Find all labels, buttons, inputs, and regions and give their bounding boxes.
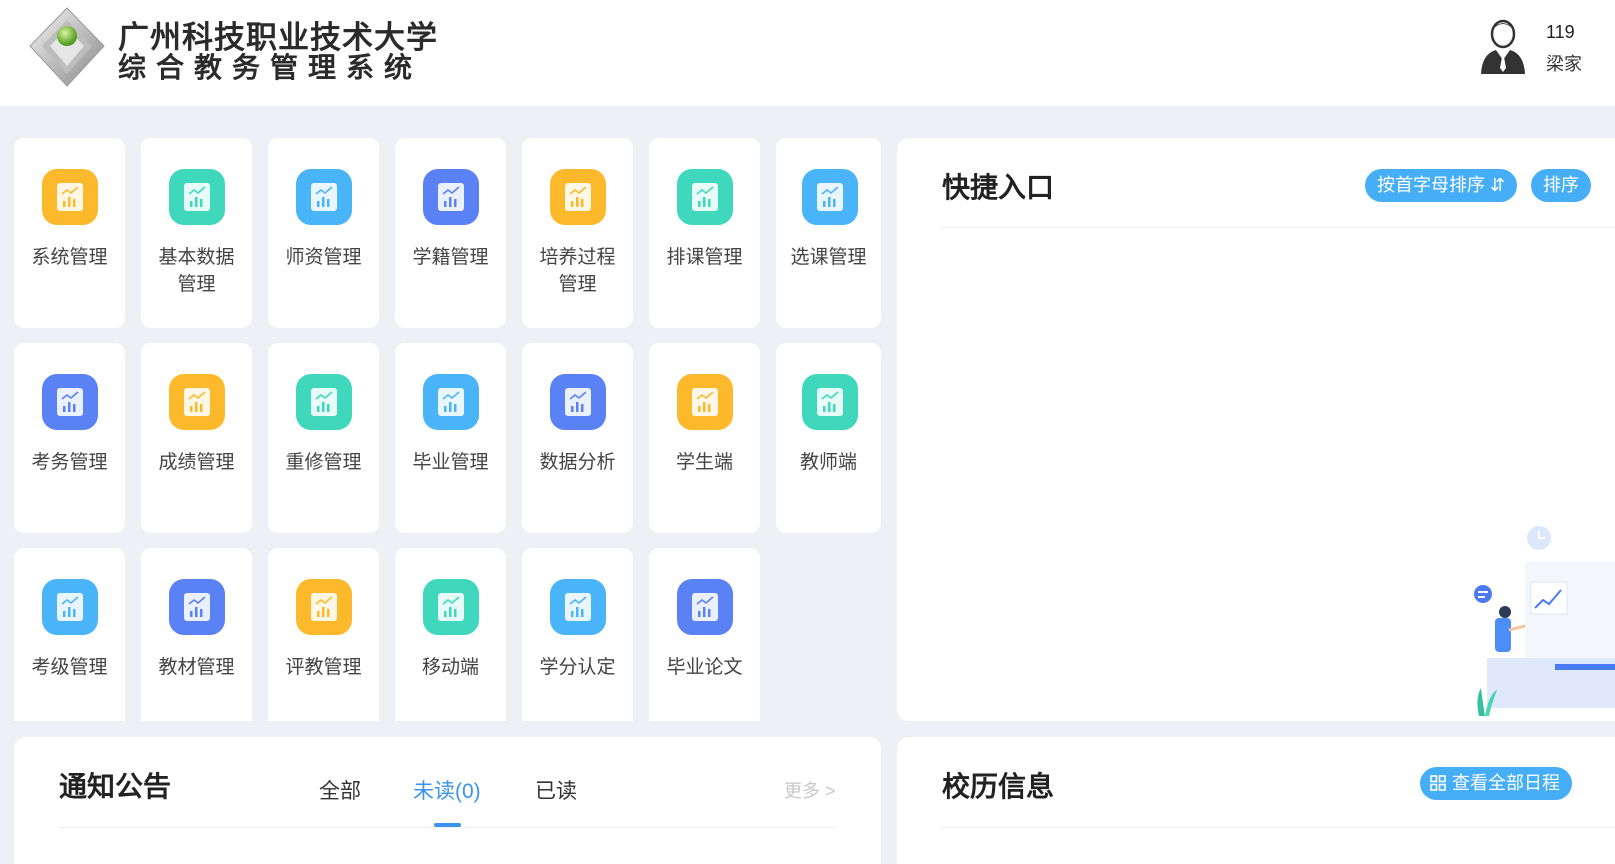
quick-access-title: 快捷入口	[942, 172, 1055, 203]
module-tile[interactable]: 系统管理	[14, 138, 125, 328]
module-tile[interactable]: 基本数据管理	[141, 138, 252, 328]
module-label: 教师端	[799, 452, 857, 473]
notice-tab-unread[interactable]: 未读(0)	[413, 775, 481, 805]
module-tile[interactable]: 排课管理	[649, 138, 760, 328]
module-label: 评教管理	[285, 657, 362, 678]
module-label: 数据分析	[539, 452, 616, 473]
sort-alpha-button[interactable]: 按首字母排序 ⇵	[1365, 169, 1518, 202]
notice-more-link[interactable]: 更多 >	[784, 777, 836, 803]
chart-icon	[296, 169, 352, 225]
module-label: 毕业管理	[412, 452, 489, 473]
chart-icon	[42, 374, 98, 430]
chart-icon	[550, 579, 606, 635]
module-label: 考务管理	[31, 452, 108, 473]
chart-icon	[42, 169, 98, 225]
module-tile[interactable]: 毕业论文	[649, 548, 760, 721]
module-tile[interactable]: 学分认定	[522, 548, 633, 721]
module-tile[interactable]: 移动端	[395, 548, 506, 721]
module-tile[interactable]: 学籍管理	[395, 138, 506, 328]
empty-state-illustration	[1474, 526, 1615, 716]
module-tile[interactable]: 培养过程管理	[522, 138, 633, 328]
chart-icon	[677, 374, 733, 430]
module-label: 培养过程管理	[539, 247, 616, 295]
school-logo	[29, 7, 105, 87]
module-label: 基本数据管理	[158, 247, 235, 295]
chart-icon	[296, 579, 352, 635]
module-label: 重修管理	[285, 452, 362, 473]
system-name: 综合教务管理系统	[118, 52, 423, 83]
module-label: 系统管理	[31, 247, 108, 268]
chart-icon	[802, 374, 858, 430]
calendar-panel: 校历信息 查看全部日程	[897, 737, 1615, 864]
notice-panel: 通知公告 全部 未读(0) 已读 更多 >	[14, 737, 881, 864]
chart-icon	[677, 169, 733, 225]
divider	[59, 827, 836, 828]
module-tile[interactable]: 学生端	[649, 343, 760, 533]
chart-icon	[42, 579, 98, 635]
module-label: 学籍管理	[412, 247, 489, 268]
active-tab-indicator	[434, 823, 461, 827]
module-label: 师资管理	[285, 247, 362, 268]
module-tile[interactable]: 重修管理	[268, 343, 379, 533]
chart-icon	[550, 374, 606, 430]
module-label: 选课管理	[790, 247, 867, 268]
calendar-title: 校历信息	[942, 771, 1055, 802]
module-tile[interactable]: 教材管理	[141, 548, 252, 721]
view-all-schedule-button[interactable]: 查看全部日程	[1420, 767, 1572, 800]
module-label: 学分认定	[539, 657, 616, 678]
module-tile[interactable]: 选课管理	[776, 138, 881, 328]
view-all-schedule-label: 查看全部日程	[1452, 773, 1560, 793]
module-tile[interactable]: 毕业管理	[395, 343, 506, 533]
chart-icon	[423, 374, 479, 430]
chart-icon	[296, 374, 352, 430]
notice-tab-all[interactable]: 全部	[319, 775, 361, 805]
quick-access-panel: 快捷入口 按首字母排序 ⇵ 排序	[897, 138, 1615, 721]
divider	[942, 227, 1615, 228]
user-name: 梁家	[1546, 54, 1582, 74]
module-tile[interactable]: 教师端	[776, 343, 881, 533]
user-id: 119	[1546, 22, 1575, 42]
chart-icon	[423, 579, 479, 635]
chart-icon	[169, 374, 225, 430]
module-tile[interactable]: 数据分析	[522, 343, 633, 533]
chart-icon	[423, 169, 479, 225]
user-avatar-icon[interactable]	[1478, 16, 1528, 76]
header-bar: 广州科技职业技术大学 综合教务管理系统 119 梁家	[0, 0, 1615, 106]
module-label: 毕业论文	[666, 657, 743, 678]
module-label: 考级管理	[31, 657, 108, 678]
module-label: 移动端	[421, 657, 479, 678]
sort-custom-button[interactable]: 排序	[1531, 169, 1591, 202]
module-tile[interactable]: 成绩管理	[141, 343, 252, 533]
module-tile[interactable]: 考务管理	[14, 343, 125, 533]
chart-icon	[169, 579, 225, 635]
module-tile[interactable]: 师资管理	[268, 138, 379, 328]
notice-title: 通知公告	[59, 771, 172, 802]
chart-icon	[677, 579, 733, 635]
module-tile[interactable]: 考级管理	[14, 548, 125, 721]
chart-icon	[169, 169, 225, 225]
module-label: 排课管理	[666, 247, 743, 268]
module-label: 成绩管理	[158, 452, 235, 473]
notice-tab-read[interactable]: 已读	[535, 775, 577, 805]
module-label: 教材管理	[158, 657, 235, 678]
divider	[942, 827, 1615, 828]
chart-icon	[802, 169, 858, 225]
module-label: 学生端	[675, 452, 733, 473]
chart-icon	[550, 169, 606, 225]
module-tile[interactable]: 评教管理	[268, 548, 379, 721]
grid-icon	[1430, 775, 1446, 791]
